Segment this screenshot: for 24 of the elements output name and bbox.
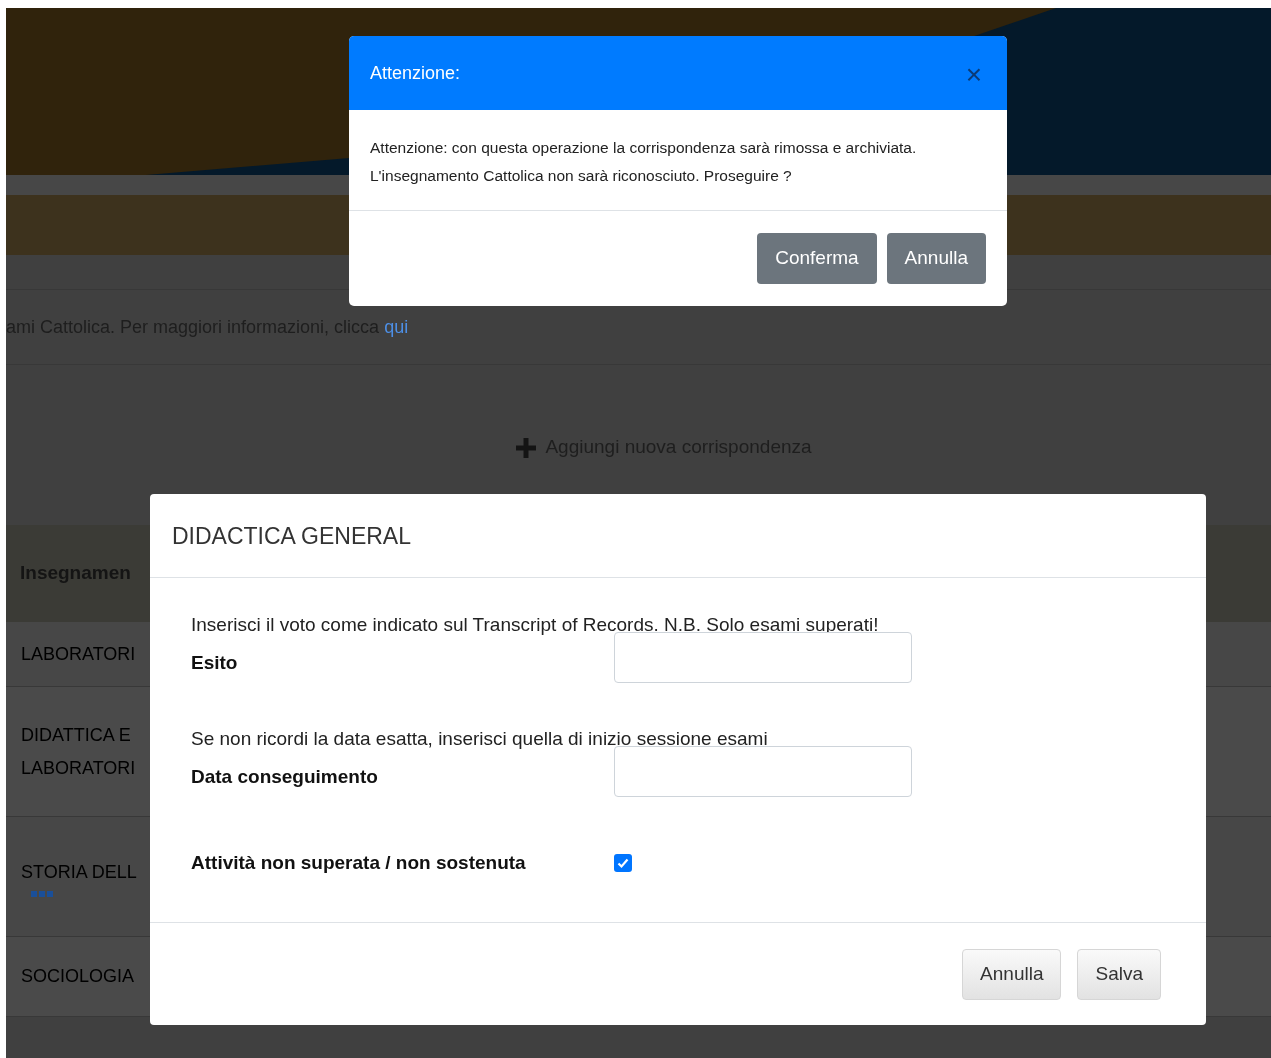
table-cell-text: LABORATORI <box>21 642 136 666</box>
field-label: Data conseguimento <box>191 765 379 789</box>
hint-text: Se non ricordi la data esatta, inserisci quella di inizio sessione esami <box>191 727 769 751</box>
dialog-title: DIDACTICA GENERAL <box>172 521 411 551</box>
input-field[interactable] <box>614 632 912 683</box>
table-cell-text: DIDATTICA E <box>21 723 131 747</box>
cancel-button[interactable]: Annulla <box>962 949 1062 1000</box>
hint-text: Inserisci il voto come indicato sul Transcript of Records. N.B. Solo esami superati! <box>191 613 880 637</box>
table-cell-text: LABORATORI <box>21 756 136 780</box>
save-button[interactable]: Salva <box>1077 949 1161 1000</box>
cancel-button[interactable]: Annulla <box>886 233 986 284</box>
dialog-message: Attenzione: con questa operazione la corrispondenza sarà rimossa e archiviata. L'insegnamento Cattolica non sarà riconosciuto. Proseguire ? <box>349 110 1007 211</box>
table-cell-text: STORIA DELL <box>21 861 137 884</box>
plus-icon <box>515 436 538 459</box>
field-label: Attività non superata / non sostenuta <box>191 851 527 875</box>
confirm-button[interactable]: Conferma <box>757 233 877 284</box>
dialog-title: Attenzione: <box>370 61 461 85</box>
close-button[interactable]: × <box>965 61 982 89</box>
field-label: Esito <box>191 651 239 675</box>
input-field[interactable] <box>614 746 912 797</box>
table-cell-text: SOCIOLOGIA <box>21 965 135 988</box>
more-dots-icon[interactable] <box>31 891 53 897</box>
info-link[interactable]: qui <box>384 316 409 337</box>
checkbox[interactable] <box>614 854 632 872</box>
